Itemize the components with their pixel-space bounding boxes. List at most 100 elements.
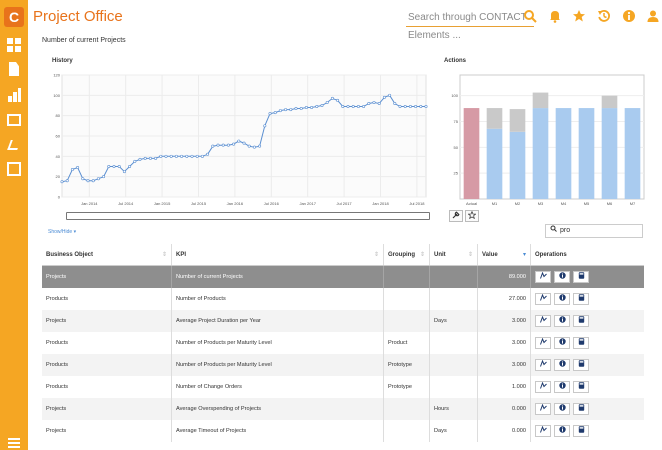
business-object-cell: Products bbox=[42, 288, 172, 310]
table-row[interactable]: Products Number of Products per Maturity … bbox=[42, 332, 644, 354]
calculator-button[interactable] bbox=[573, 271, 589, 283]
chart-icon bbox=[539, 359, 547, 369]
chart-button[interactable] bbox=[535, 381, 551, 393]
user-icon[interactable] bbox=[645, 9, 661, 25]
search-icon[interactable] bbox=[522, 9, 538, 25]
table-row[interactable]: Projects Average Overspending of Projects… bbox=[42, 398, 644, 420]
history-point bbox=[169, 154, 173, 158]
kpi-cell: Average Timeout of Projects bbox=[172, 420, 384, 442]
calculator-icon bbox=[578, 404, 585, 413]
history-point bbox=[200, 154, 204, 158]
activity-icon[interactable] bbox=[7, 138, 21, 152]
calculator-button[interactable] bbox=[573, 293, 589, 305]
business-object-cell: Products bbox=[42, 376, 172, 398]
list-icon[interactable] bbox=[8, 438, 20, 448]
info-icon[interactable] bbox=[621, 9, 637, 25]
unit-cell bbox=[430, 288, 478, 310]
history-point bbox=[128, 165, 132, 169]
grouping-cell bbox=[384, 420, 430, 442]
favorite-button[interactable] bbox=[465, 210, 479, 222]
chart-button[interactable] bbox=[535, 425, 551, 437]
history-point bbox=[190, 154, 194, 158]
filter-value[interactable]: pro bbox=[560, 227, 570, 234]
filter-input[interactable]: pro bbox=[545, 224, 643, 238]
checkbox-icon[interactable] bbox=[7, 162, 21, 176]
history-point bbox=[258, 144, 262, 148]
info-icon bbox=[558, 404, 566, 413]
chart-button[interactable] bbox=[535, 271, 551, 283]
history-icon[interactable] bbox=[596, 9, 612, 25]
table-row[interactable]: Products Number of Change Orders Prototype… bbox=[42, 376, 644, 398]
calculator-button[interactable] bbox=[573, 381, 589, 393]
chart-button[interactable] bbox=[535, 315, 551, 327]
history-point bbox=[159, 154, 163, 158]
chart-icon bbox=[539, 315, 547, 325]
history-point bbox=[91, 179, 95, 183]
column-header-value[interactable]: Value ▾ bbox=[478, 244, 531, 265]
chart-button[interactable] bbox=[535, 359, 551, 371]
calculator-button[interactable] bbox=[573, 315, 589, 327]
table-row[interactable]: Projects Average Timeout of Projects Days 0… bbox=[42, 420, 644, 442]
bell-icon[interactable] bbox=[547, 9, 563, 25]
document-icon[interactable] bbox=[7, 62, 21, 76]
column-header-unit[interactable]: Unit ⇕ bbox=[430, 244, 478, 265]
app-title[interactable]: Project Office bbox=[33, 8, 123, 25]
history-point bbox=[154, 156, 158, 160]
star-icon[interactable] bbox=[571, 9, 587, 25]
info-button[interactable] bbox=[554, 293, 570, 305]
table-row[interactable]: Products Number of Products per Maturity … bbox=[42, 354, 644, 376]
unit-cell: Hours bbox=[430, 398, 478, 420]
history-point bbox=[278, 109, 282, 113]
info-button[interactable] bbox=[554, 359, 570, 371]
bar bbox=[463, 108, 480, 199]
calculator-button[interactable] bbox=[573, 359, 589, 371]
history-point bbox=[138, 157, 142, 161]
wrench-button[interactable] bbox=[449, 210, 463, 222]
history-point bbox=[382, 95, 386, 99]
show-hide-toggle[interactable]: Show/Hide ▾ bbox=[48, 229, 76, 235]
column-header-business-object[interactable]: Business Object ⇕ bbox=[42, 244, 172, 265]
chart-button[interactable] bbox=[535, 337, 551, 349]
chart-icon bbox=[539, 381, 547, 391]
bar-chart-icon[interactable] bbox=[7, 88, 21, 102]
info-button[interactable] bbox=[554, 271, 570, 283]
table-row[interactable]: Projects Average Project Duration per Yea… bbox=[42, 310, 644, 332]
chart-button[interactable] bbox=[535, 293, 551, 305]
info-button[interactable] bbox=[554, 337, 570, 349]
dashboard-icon[interactable] bbox=[7, 38, 21, 52]
calculator-button[interactable] bbox=[573, 337, 589, 349]
kpi-cell: Average Project Duration per Year bbox=[172, 310, 384, 332]
chart-button[interactable] bbox=[535, 403, 551, 415]
history-point bbox=[356, 105, 360, 109]
app-logo[interactable]: C bbox=[4, 7, 24, 27]
history-point bbox=[117, 165, 121, 169]
history-point bbox=[60, 180, 64, 184]
history-point bbox=[242, 141, 246, 145]
history-point bbox=[185, 154, 189, 158]
table-row[interactable]: Products Number of Products 27.000 bbox=[42, 288, 644, 310]
bar-stack bbox=[601, 95, 618, 109]
column-header-grouping[interactable]: Grouping ⇕ bbox=[384, 244, 430, 265]
chart-range-scrollbar[interactable] bbox=[66, 212, 430, 220]
global-search-input[interactable]: Search through CONTACT Elements ... bbox=[406, 9, 534, 41]
operations-cell bbox=[531, 354, 644, 376]
calendar-icon[interactable] bbox=[7, 113, 21, 127]
business-object-cell: Projects bbox=[42, 310, 172, 332]
info-button[interactable] bbox=[554, 425, 570, 437]
history-line-chart: 0 20 40 60 80 100 120 Jan 2014 Jul 2014 Jan 2015 J… bbox=[53, 73, 428, 206]
column-header-kpi[interactable]: KPI ⇕ bbox=[172, 244, 384, 265]
operations-cell bbox=[531, 398, 644, 420]
calculator-icon bbox=[578, 316, 585, 325]
calculator-button[interactable] bbox=[573, 403, 589, 415]
history-point bbox=[299, 107, 303, 111]
x-tick-label: M3 bbox=[538, 201, 544, 206]
x-tick-label: Jul 2016 bbox=[264, 201, 280, 206]
table-row[interactable]: Projects Number of current Projects 89.000 bbox=[42, 266, 644, 288]
history-point bbox=[76, 166, 80, 170]
info-button[interactable] bbox=[554, 403, 570, 415]
calculator-button[interactable] bbox=[573, 425, 589, 437]
info-button[interactable] bbox=[554, 315, 570, 327]
chart-icon bbox=[539, 271, 547, 281]
info-button[interactable] bbox=[554, 381, 570, 393]
info-icon bbox=[558, 316, 566, 325]
